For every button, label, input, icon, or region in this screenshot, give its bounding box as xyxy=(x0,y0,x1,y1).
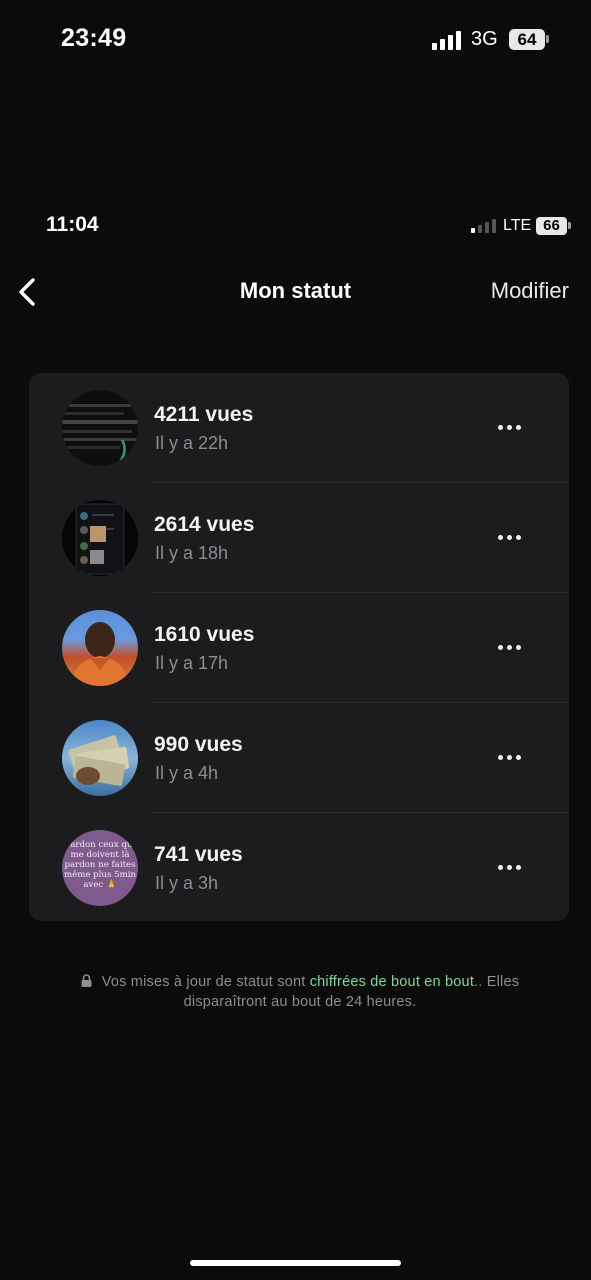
status-views: 741 vues xyxy=(154,843,243,866)
outer-network-type: 3G xyxy=(471,28,498,50)
status-time: Il y a 4h xyxy=(155,763,219,783)
inner-battery-icon: 66 xyxy=(536,217,567,235)
status-views: 990 vues xyxy=(154,733,243,756)
status-thumbnail: Pardon ceux qui me doivent là pardon ne … xyxy=(62,830,138,906)
status-views: 4211 vues xyxy=(154,403,254,426)
status-item[interactable]: 4211 vues Il y a 22h xyxy=(29,373,569,483)
status-list: 4211 vues Il y a 22h 2614 vues Il y a 18… xyxy=(29,373,569,921)
status-time: Il y a 18h xyxy=(155,543,229,563)
home-indicator[interactable] xyxy=(190,1260,401,1266)
lock-icon xyxy=(81,974,92,987)
status-time: Il y a 22h xyxy=(155,433,229,453)
encryption-note-text: Vos mises à jour de statut sont xyxy=(101,974,310,990)
status-item[interactable]: Pardon ceux qui me doivent là pardon ne … xyxy=(29,813,569,921)
inner-status-time: 11:04 xyxy=(46,213,99,236)
status-item[interactable]: 2614 vues Il y a 18h xyxy=(29,483,569,593)
status-thumbnail xyxy=(62,720,138,796)
status-time: Il y a 3h xyxy=(155,873,219,893)
status-time: Il y a 17h xyxy=(155,653,229,673)
inner-battery-tip xyxy=(568,222,571,229)
outer-battery-icon: 64 xyxy=(509,29,545,50)
more-options-button[interactable] xyxy=(491,525,527,549)
status-item[interactable]: 990 vues Il y a 4h xyxy=(29,703,569,813)
more-options-button[interactable] xyxy=(491,415,527,439)
more-options-button[interactable] xyxy=(491,855,527,879)
more-options-button[interactable] xyxy=(491,745,527,769)
outer-battery-tip xyxy=(546,35,549,43)
status-thumbnail-text: Pardon ceux qui me doivent là pardon ne … xyxy=(63,840,137,890)
encryption-link[interactable]: chiffrées de bout en bout xyxy=(310,974,474,990)
status-thumbnail xyxy=(62,390,138,466)
inner-cellular-signal-icon xyxy=(471,219,496,233)
status-item[interactable]: 1610 vues Il y a 17h xyxy=(29,593,569,703)
modify-button[interactable]: Modifier xyxy=(491,278,569,304)
status-thumbnail xyxy=(62,500,138,576)
status-thumbnail xyxy=(62,610,138,686)
status-views: 2614 vues xyxy=(154,513,255,536)
encryption-note: Vos mises à jour de statut sont chiffrée… xyxy=(40,972,560,1012)
status-views: 1610 vues xyxy=(154,623,255,646)
inner-network-type: LTE xyxy=(503,217,532,234)
outer-status-time: 23:49 xyxy=(61,24,127,52)
more-options-button[interactable] xyxy=(491,635,527,659)
cellular-signal-icon xyxy=(432,31,461,50)
